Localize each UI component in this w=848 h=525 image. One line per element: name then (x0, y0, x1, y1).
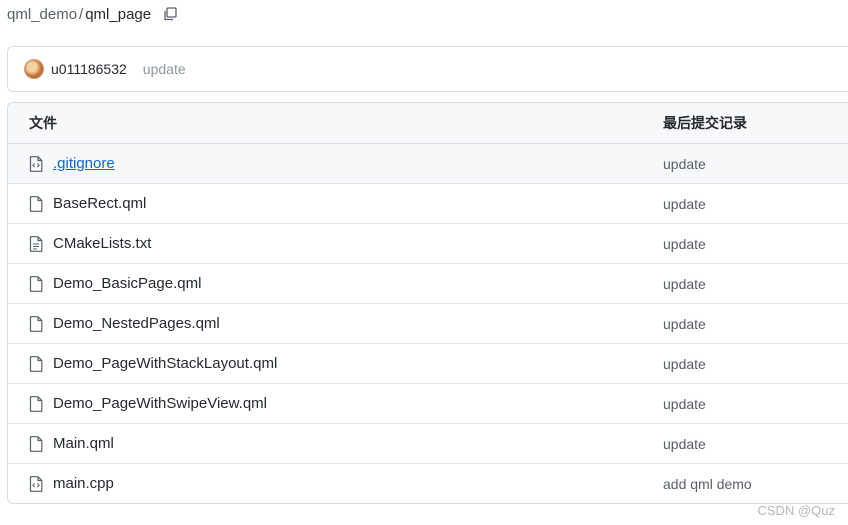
commit-cell[interactable]: update (663, 424, 706, 464)
commit-message[interactable]: update (143, 61, 186, 77)
file-text-icon (29, 236, 43, 252)
file-icon (29, 276, 43, 292)
breadcrumb-current: qml_page (85, 5, 152, 23)
commit-cell[interactable]: update (663, 184, 706, 224)
commit-author[interactable]: u011186532 (51, 61, 127, 77)
avatar[interactable] (24, 59, 44, 79)
table-row[interactable]: Demo_BasicPage.qml update (8, 264, 848, 304)
file-link[interactable]: CMakeLists.txt (53, 224, 151, 264)
copy-icon[interactable] (163, 7, 177, 21)
commit-cell[interactable]: update (663, 384, 706, 424)
table-row[interactable]: Demo_PageWithSwipeView.qml update (8, 384, 848, 424)
file-link[interactable]: BaseRect.qml (53, 184, 146, 224)
file-icon (29, 356, 43, 372)
file-link[interactable]: Demo_PageWithStackLayout.qml (53, 344, 277, 384)
file-icon (29, 196, 43, 212)
file-icon (29, 396, 43, 412)
file-code-icon (29, 476, 43, 492)
table-row[interactable]: CMakeLists.txt update (8, 224, 848, 264)
commit-cell[interactable]: update (663, 344, 706, 384)
commit-cell[interactable]: update (663, 264, 706, 304)
table-row[interactable]: BaseRect.qml update (8, 184, 848, 224)
commit-cell[interactable]: update (663, 224, 706, 264)
file-link[interactable]: .gitignore (53, 144, 115, 184)
file-icon (29, 316, 43, 332)
file-link[interactable]: Main.qml (53, 424, 114, 464)
header-file: 文件 (29, 115, 57, 131)
watermark: CSDN @Quz (757, 503, 836, 518)
table-row[interactable]: Demo_PageWithStackLayout.qml update (8, 344, 848, 384)
table-row[interactable]: Demo_NestedPages.qml update (8, 304, 848, 344)
file-table: 文件 最后提交记录 .gitignore update BaseRect.qml… (7, 102, 848, 504)
breadcrumb-separator: / (79, 5, 84, 23)
commit-cell[interactable]: add qml demo (663, 464, 752, 503)
file-link[interactable]: main.cpp (53, 464, 114, 503)
file-code-icon (29, 156, 43, 172)
header-last-commit: 最后提交记录 (663, 115, 747, 131)
file-link[interactable]: Demo_PageWithSwipeView.qml (53, 384, 267, 424)
table-row[interactable]: main.cpp add qml demo (8, 464, 848, 503)
table-header: 文件 最后提交记录 (8, 103, 848, 144)
table-row[interactable]: .gitignore update (8, 144, 848, 184)
file-link[interactable]: Demo_NestedPages.qml (53, 304, 220, 344)
commit-cell[interactable]: update (663, 144, 706, 184)
table-row[interactable]: Main.qml update (8, 424, 848, 464)
latest-commit-bar: u011186532 update (7, 46, 848, 92)
breadcrumb-repo-link[interactable]: qml_demo (7, 6, 77, 23)
breadcrumb: qml_demo / qml_page (7, 4, 177, 24)
file-icon (29, 436, 43, 452)
file-link[interactable]: Demo_BasicPage.qml (53, 264, 201, 304)
commit-cell[interactable]: update (663, 304, 706, 344)
